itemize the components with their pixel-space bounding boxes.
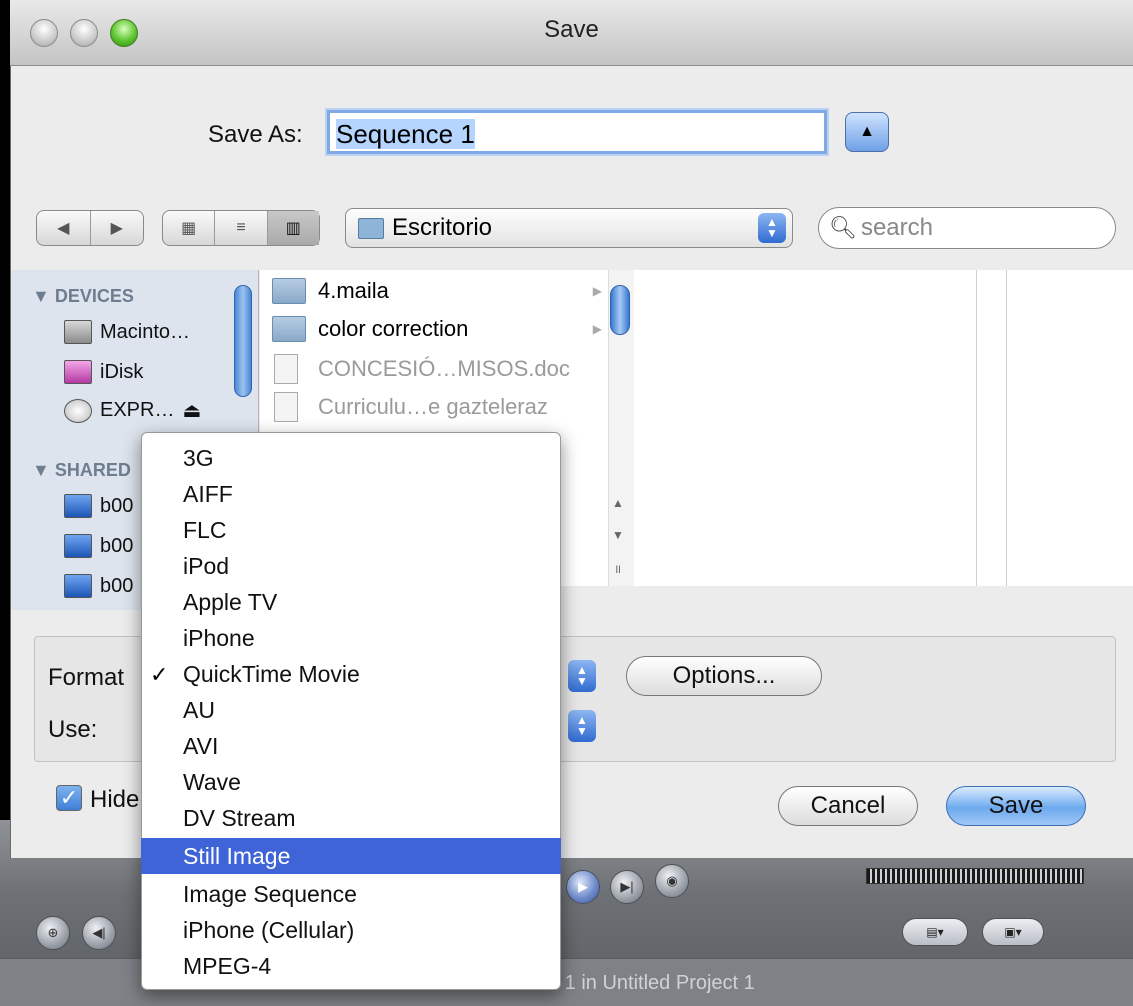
folder-icon	[272, 278, 306, 304]
document-icon	[274, 392, 298, 422]
menu-item-highlighted[interactable]: Still Image	[141, 838, 561, 874]
play-around-button[interactable]: ◉	[655, 864, 689, 898]
sidebar-item-label: b00	[100, 494, 134, 517]
play-in-out-button[interactable]: ▶|	[610, 870, 644, 904]
file-row: CONCESIÓ…MISOS.doc	[274, 350, 604, 388]
cancel-button[interactable]: Cancel	[778, 786, 918, 826]
computer-icon	[64, 494, 92, 518]
format-label: Format	[48, 664, 125, 691]
format-popup-arrows-icon[interactable]: ▲ ▼	[568, 660, 596, 692]
sidebar-item-label: b00	[100, 574, 134, 597]
disclosure-arrow-icon: ▶	[592, 284, 602, 298]
sidebar-item-label: Macinto…	[100, 320, 191, 343]
back-button[interactable]: ◀	[37, 211, 90, 245]
save-as-field[interactable]: Sequence 1	[327, 110, 827, 154]
mark-out-button[interactable]: ◀|	[82, 916, 116, 950]
disc-icon	[64, 398, 92, 423]
sidebar-shared-header: ▼ SHARED	[32, 460, 131, 480]
eject-icon[interactable]: ⏏	[182, 398, 201, 423]
menu-item[interactable]: AIFF	[141, 476, 561, 512]
location-popup[interactable]: Escritorio ▲ ▼	[345, 208, 793, 248]
sidebar-devices-header: ▼ DEVICES	[32, 286, 134, 306]
play-button[interactable]: ▶	[566, 870, 600, 904]
list-icon: ≡	[236, 219, 246, 236]
menu-item[interactable]: Wave	[141, 764, 561, 800]
file-row[interactable]: 4.maila ▶	[272, 272, 602, 310]
triangle-up-icon: ▲	[859, 123, 875, 140]
idisk-icon	[64, 360, 92, 384]
hard-drive-icon	[64, 320, 92, 344]
sidebar-item-label: iDisk	[100, 360, 144, 383]
search-placeholder: search	[860, 214, 933, 241]
menu-item[interactable]: Apple TV	[141, 584, 561, 620]
column-view-button[interactable]: ▥	[266, 211, 319, 245]
sidebar-item-shared[interactable]: b00	[64, 574, 133, 598]
back-forward-control: ◀ ▶	[36, 210, 144, 246]
save-as-label: Save As:	[208, 121, 303, 148]
menu-item[interactable]: iPod	[141, 548, 561, 584]
use-label: Use:	[48, 716, 98, 743]
overlay-popup-button[interactable]: ▣▾	[982, 918, 1044, 946]
popup-arrows-icon: ▲ ▼	[758, 213, 786, 243]
sidebar-item-label: b00	[100, 534, 134, 557]
options-button[interactable]: Options...	[626, 656, 822, 696]
computer-icon	[64, 534, 92, 558]
menu-item[interactable]: DV Stream	[141, 800, 561, 836]
file-name: CONCESIÓ…MISOS.doc	[318, 356, 570, 381]
menu-item[interactable]: AU	[141, 692, 561, 728]
folder-icon	[272, 316, 306, 342]
document-icon	[274, 354, 298, 384]
menu-item[interactable]: 3G	[141, 440, 561, 476]
sidebar-item-disc[interactable]: EXPR… ⏏	[64, 398, 201, 423]
sidebar-item-macintosh[interactable]: Macinto…	[64, 320, 190, 344]
checkmark-icon: ✓	[150, 662, 169, 687]
view-popup-button[interactable]: ▤▾	[902, 918, 968, 946]
view-mode-control: ▦ ≡ ▥	[162, 210, 320, 246]
sidebar-item-idisk[interactable]: iDisk	[64, 360, 143, 384]
menu-item[interactable]: iPhone	[141, 620, 561, 656]
save-button[interactable]: Save	[946, 786, 1086, 826]
audio-meter	[866, 868, 1084, 884]
sidebar-scrollbar-thumb[interactable]	[234, 285, 252, 397]
use-popup-arrows-icon[interactable]: ▲ ▼	[568, 710, 596, 742]
column-divider[interactable]	[1006, 270, 1007, 586]
scroll-up-arrow-icon[interactable]: ▲	[612, 496, 624, 510]
file-name: 4.maila	[318, 278, 389, 303]
status-text: e 1 in Untitled Project 1	[548, 972, 755, 994]
forward-button[interactable]: ▶	[89, 211, 144, 245]
scroll-down-arrow-icon[interactable]: ▼	[612, 528, 624, 542]
disclosure-arrow-icon: ▶	[592, 322, 602, 336]
file-row: Curriculu…e gazteleraz	[274, 388, 604, 426]
menu-item[interactable]: AVI	[141, 728, 561, 764]
menu-item[interactable]: FLC	[141, 512, 561, 548]
save-as-value: Sequence 1	[336, 119, 475, 149]
file-row[interactable]: color correction ▶	[272, 310, 602, 348]
sidebar-item-label: EXPR…	[100, 399, 175, 421]
hide-extension-checkbox[interactable]: ✓	[56, 785, 82, 811]
search-icon: 🔍︎	[829, 215, 857, 240]
column-resize-icon[interactable]: ॥	[614, 560, 621, 577]
column-divider[interactable]	[976, 270, 977, 586]
file-name: color correction	[318, 316, 469, 341]
columns-icon: ▥	[285, 220, 301, 237]
collapse-browser-button[interactable]: ▲	[845, 112, 889, 152]
window-title: Save	[544, 16, 599, 43]
sidebar-item-shared[interactable]: b00	[64, 534, 133, 558]
mark-in-button[interactable]: ⊕	[36, 916, 70, 950]
file-name: Curriculu…e gazteleraz	[318, 394, 548, 419]
grid-icon: ▦	[181, 220, 197, 237]
hide-extension-label: Hide	[90, 786, 140, 813]
list-view-button[interactable]: ≡	[214, 211, 266, 245]
scrollbar-thumb[interactable]	[610, 285, 630, 335]
folder-icon	[358, 217, 384, 239]
icon-view-button[interactable]: ▦	[163, 211, 214, 245]
menu-item[interactable]: Image Sequence	[141, 876, 561, 912]
sidebar-item-shared[interactable]: b00	[64, 494, 133, 518]
search-field[interactable]: 🔍︎ search	[818, 207, 1116, 249]
computer-icon	[64, 574, 92, 598]
menu-item-checked[interactable]: QuickTime Movie	[141, 656, 561, 692]
location-value: Escritorio	[392, 214, 493, 241]
menu-item[interactable]: iPhone (Cellular)	[141, 912, 561, 948]
menu-item[interactable]: MPEG-4	[141, 948, 561, 984]
